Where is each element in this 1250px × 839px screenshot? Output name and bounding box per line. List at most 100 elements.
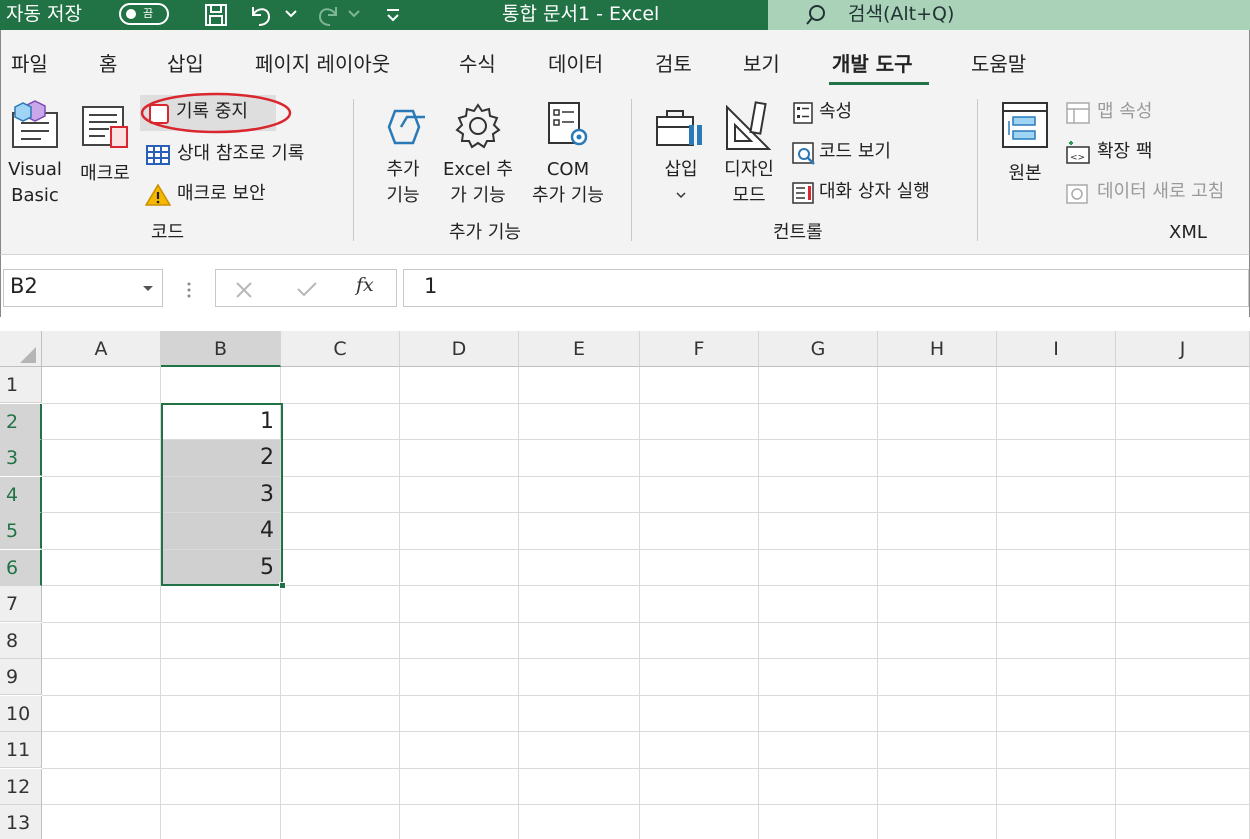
cell-e13[interactable] (519, 805, 640, 839)
save-icon[interactable] (203, 3, 229, 27)
column-header-d[interactable]: D (400, 331, 519, 367)
cell-d10[interactable] (400, 695, 519, 732)
cell-b1[interactable] (161, 367, 281, 404)
cell-b12[interactable] (161, 768, 281, 805)
cell-h12[interactable] (878, 768, 997, 805)
excel-addins-button[interactable]: Excel 추 가 기능 (437, 95, 519, 215)
cell-d13[interactable] (400, 805, 519, 839)
cell-i7[interactable] (997, 586, 1116, 623)
cell-j2[interactable] (1116, 403, 1250, 440)
cell-f4[interactable] (640, 476, 759, 513)
cell-f5[interactable] (640, 513, 759, 550)
cell-c9[interactable] (281, 659, 400, 696)
cell-h4[interactable] (878, 476, 997, 513)
cell-c1[interactable] (281, 367, 400, 404)
cell-a3[interactable] (42, 440, 161, 477)
design-mode-button[interactable]: 디자인 모드 (717, 95, 781, 215)
cell-f13[interactable] (640, 805, 759, 839)
cell-e8[interactable] (519, 622, 640, 659)
cell-e11[interactable] (519, 732, 640, 769)
cell-f12[interactable] (640, 768, 759, 805)
cell-i10[interactable] (997, 695, 1116, 732)
cell-j10[interactable] (1116, 695, 1250, 732)
cell-d12[interactable] (400, 768, 519, 805)
cell-d7[interactable] (400, 586, 519, 623)
cell-e12[interactable] (519, 768, 640, 805)
column-header-e[interactable]: E (519, 331, 640, 367)
cell-d5[interactable] (400, 513, 519, 550)
run-dialog-button[interactable]: 대화 상자 실행 (789, 177, 969, 209)
cell-h10[interactable] (878, 695, 997, 732)
cell-b8[interactable] (161, 622, 281, 659)
row-header-3[interactable]: 3 (0, 440, 42, 476)
column-header-g[interactable]: G (759, 331, 878, 367)
column-header-i[interactable]: I (997, 331, 1116, 367)
autosave-toggle[interactable]: 끔 (119, 3, 169, 25)
cell-a10[interactable] (42, 695, 161, 732)
cell-i9[interactable] (997, 659, 1116, 696)
cell-g10[interactable] (759, 695, 878, 732)
tab-developer[interactable]: 개발 도구 (832, 50, 913, 78)
enter-icon[interactable] (296, 280, 318, 298)
cancel-icon[interactable] (234, 280, 254, 298)
cell-e1[interactable] (519, 367, 640, 404)
cell-e3[interactable] (519, 440, 640, 477)
column-header-j[interactable]: J (1116, 331, 1250, 367)
cell-c6[interactable] (281, 549, 400, 586)
cell-i13[interactable] (997, 805, 1116, 839)
cell-j11[interactable] (1116, 732, 1250, 769)
tab-review[interactable]: 검토 (655, 50, 692, 78)
cell-i4[interactable] (997, 476, 1116, 513)
cell-e5[interactable] (519, 513, 640, 550)
cell-g6[interactable] (759, 549, 878, 586)
cell-h13[interactable] (878, 805, 997, 839)
select-all-button[interactable] (0, 331, 42, 367)
cell-d2[interactable] (400, 403, 519, 440)
cell-i5[interactable] (997, 513, 1116, 550)
cell-j3[interactable] (1116, 440, 1250, 477)
row-header-13[interactable]: 13 (0, 805, 42, 839)
cell-g2[interactable] (759, 403, 878, 440)
row-header-8[interactable]: 8 (0, 622, 42, 659)
cell-a4[interactable] (42, 476, 161, 513)
cell-b11[interactable] (161, 732, 281, 769)
cell-h6[interactable] (878, 549, 997, 586)
cell-e2[interactable] (519, 403, 640, 440)
cell-j9[interactable] (1116, 659, 1250, 696)
cell-b10[interactable] (161, 695, 281, 732)
column-header-c[interactable]: C (281, 331, 400, 367)
cell-g3[interactable] (759, 440, 878, 477)
cell-f3[interactable] (640, 440, 759, 477)
row-header-2[interactable]: 2 (0, 403, 42, 440)
cell-i11[interactable] (997, 732, 1116, 769)
view-code-button[interactable]: 코드 보기 (789, 137, 929, 169)
cell-j6[interactable] (1116, 549, 1250, 586)
tab-data[interactable]: 데이터 (548, 50, 603, 78)
cell-j7[interactable] (1116, 586, 1250, 623)
row-header-10[interactable]: 10 (0, 695, 42, 732)
cell-i2[interactable] (997, 403, 1116, 440)
cell-f8[interactable] (640, 622, 759, 659)
cell-g5[interactable] (759, 513, 878, 550)
cell-f2[interactable] (640, 403, 759, 440)
cell-a2[interactable] (42, 403, 161, 440)
tab-formulas[interactable]: 수식 (459, 50, 496, 78)
cell-j4[interactable] (1116, 476, 1250, 513)
cell-h3[interactable] (878, 440, 997, 477)
cell-c4[interactable] (281, 476, 400, 513)
fill-handle[interactable] (279, 582, 286, 589)
cell-i6[interactable] (997, 549, 1116, 586)
cell-a6[interactable] (42, 549, 161, 586)
cell-a13[interactable] (42, 805, 161, 839)
row-header-5[interactable]: 5 (0, 513, 42, 549)
cell-c5[interactable] (281, 513, 400, 550)
cell-a12[interactable] (42, 768, 161, 805)
row-header-11[interactable]: 11 (0, 732, 42, 768)
cell-i1[interactable] (997, 367, 1116, 404)
cell-g8[interactable] (759, 622, 878, 659)
visual-basic-button[interactable]: Visual Basic (5, 95, 65, 215)
row-header-9[interactable]: 9 (0, 659, 42, 695)
cell-h1[interactable] (878, 367, 997, 404)
cell-g1[interactable] (759, 367, 878, 404)
cell-a11[interactable] (42, 732, 161, 769)
